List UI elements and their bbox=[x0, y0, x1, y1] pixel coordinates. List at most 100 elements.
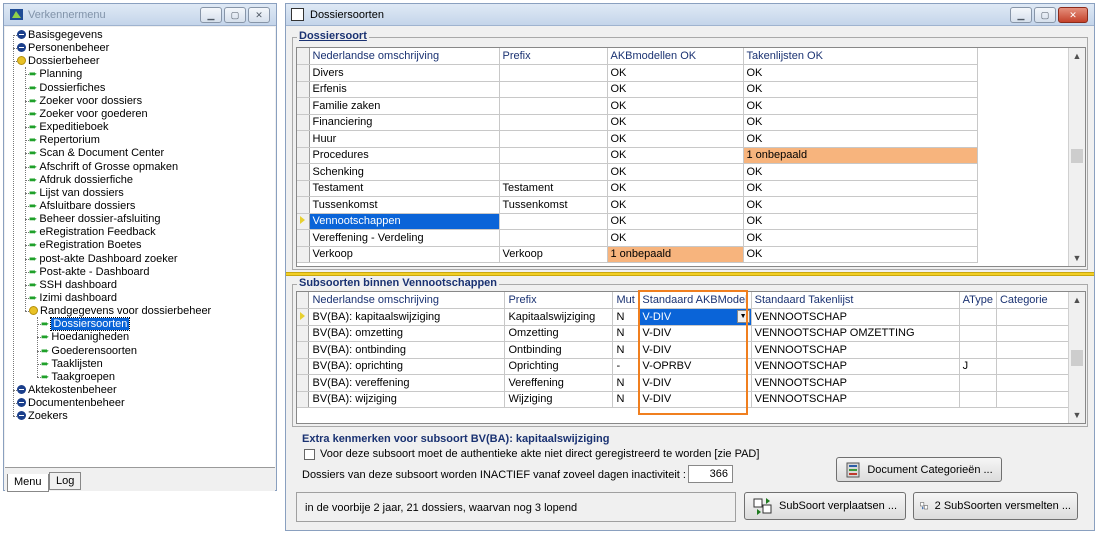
table-cell[interactable]: OK bbox=[607, 147, 744, 164]
scroll-up-icon[interactable]: ▲ bbox=[1069, 292, 1085, 308]
tree-personenbeheer[interactable]: Personenbeheer bbox=[17, 42, 109, 55]
table-cell[interactable]: N bbox=[612, 374, 640, 392]
column-header[interactable]: Prefix bbox=[504, 292, 614, 309]
table-cell[interactable] bbox=[959, 341, 997, 359]
column-header[interactable]: Prefix bbox=[499, 48, 608, 65]
column-header[interactable]: Takenlijsten OK bbox=[743, 48, 978, 65]
minimize-button[interactable]: ▁ bbox=[1010, 7, 1032, 23]
tree-item-dossierbeheer[interactable]: ➨ Expeditieboek bbox=[29, 121, 109, 134]
tree-item-randgegevens[interactable]: ➨ Taakgroepen bbox=[41, 371, 115, 384]
table-cell[interactable]: Schenking bbox=[309, 163, 500, 181]
table-row[interactable]: Testament Testament OK OK bbox=[297, 180, 978, 197]
tree-item-dossierbeheer[interactable]: ➨ Scan & Document Center bbox=[29, 147, 164, 160]
table-cell[interactable]: OK bbox=[607, 163, 744, 181]
table-cell[interactable]: BV(BA): omzetting bbox=[308, 325, 506, 342]
table-cell[interactable]: VENNOOTSCHAP bbox=[751, 358, 960, 375]
table-cell[interactable]: OK bbox=[743, 81, 978, 98]
table-cell[interactable]: BV(BA): ontbinding bbox=[308, 341, 506, 359]
tree-item-dossierbeheer[interactable]: ➨ Repertorium bbox=[29, 134, 100, 147]
table-cell[interactable] bbox=[959, 325, 997, 342]
table-row[interactable]: Verkoop Verkoop 1 onbepaald OK bbox=[297, 246, 978, 263]
tree-dossierbeheer[interactable]: Dossierbeheer bbox=[17, 55, 100, 68]
column-header[interactable]: Nederlandse omschrijving bbox=[308, 292, 506, 309]
table-cell[interactable]: Tussenkomst bbox=[309, 196, 500, 214]
table-cell[interactable]: OK bbox=[743, 246, 978, 263]
table-cell[interactable] bbox=[499, 213, 608, 230]
table-cell[interactable]: Vennootschappen bbox=[309, 213, 500, 230]
table-cell[interactable]: OK bbox=[743, 213, 978, 230]
table-row[interactable]: Vereffening - Verdeling OK OK bbox=[297, 229, 978, 247]
table-cell[interactable]: OK bbox=[743, 114, 978, 131]
tree-basisgegevens[interactable]: Basisgegevens bbox=[17, 29, 103, 42]
table-cell[interactable] bbox=[499, 163, 608, 181]
tree-randgegevens[interactable]: Randgegevens voor dossierbeheer bbox=[29, 305, 211, 318]
document-categorieen-button[interactable]: Document Categorieën ... bbox=[836, 457, 1002, 482]
tree-item-dossierbeheer[interactable]: ➨ SSH dashboard bbox=[29, 279, 117, 292]
table-cell[interactable] bbox=[499, 81, 608, 98]
table-cell[interactable]: OK bbox=[743, 97, 978, 115]
table-row[interactable]: Familie zaken OK OK bbox=[297, 97, 978, 115]
table-cell[interactable]: Kapitaalswijziging bbox=[504, 308, 614, 326]
table-cell[interactable]: VENNOOTSCHAP bbox=[751, 391, 960, 408]
tree-item-randgegevens[interactable]: ➨ Goederensoorten bbox=[41, 345, 137, 358]
column-header[interactable]: AKBmodellen OK bbox=[607, 48, 744, 65]
table-cell[interactable]: 1 onbepaald bbox=[743, 147, 978, 164]
column-header[interactable]: Mut bbox=[612, 292, 640, 309]
table-cell[interactable]: Vereffening bbox=[504, 374, 614, 392]
table-cell[interactable]: N bbox=[612, 325, 640, 342]
tree-item-dossierbeheer[interactable]: ➨ Planning bbox=[29, 68, 82, 81]
table-cell[interactable] bbox=[499, 147, 608, 164]
table-cell[interactable]: N bbox=[612, 308, 640, 326]
table-cell[interactable] bbox=[959, 308, 997, 326]
scroll-down-icon[interactable]: ▼ bbox=[1069, 250, 1085, 266]
table-cell[interactable]: OK bbox=[607, 64, 744, 82]
tree-item-dossierbeheer[interactable]: ➨ Dossierfiches bbox=[29, 82, 105, 95]
close-button[interactable]: ✕ bbox=[248, 7, 270, 23]
table-cell[interactable] bbox=[499, 130, 608, 148]
table-cell[interactable]: OK bbox=[743, 229, 978, 247]
table-cell[interactable]: Financiering bbox=[309, 114, 500, 131]
dossiersoort-grid[interactable]: Nederlandse omschrijving Prefix AKBmodelle… bbox=[296, 47, 1086, 267]
authentieke-akte-checkbox[interactable] bbox=[304, 449, 315, 460]
maximize-button[interactable]: ▢ bbox=[224, 7, 246, 23]
table-cell[interactable]: OK bbox=[743, 196, 978, 214]
table-cell[interactable]: - bbox=[612, 358, 640, 375]
scroll-thumb[interactable] bbox=[1071, 350, 1083, 366]
explorer-title-bar[interactable]: Verkennermenu ▁ ▢ ✕ bbox=[4, 4, 276, 26]
table-cell[interactable]: Testament bbox=[309, 180, 500, 197]
table-cell[interactable]: Vereffening - Verdeling bbox=[309, 229, 500, 247]
table-row[interactable]: Erfenis OK OK bbox=[297, 81, 978, 98]
table-cell[interactable] bbox=[499, 64, 608, 82]
table-cell[interactable]: Erfenis bbox=[309, 81, 500, 98]
pane-splitter[interactable] bbox=[286, 272, 1094, 276]
table-cell[interactable]: Verkoop bbox=[499, 246, 608, 263]
table-cell[interactable]: OK bbox=[607, 213, 744, 230]
table-cell[interactable]: OK bbox=[607, 180, 744, 197]
table-cell[interactable]: Wijziging bbox=[504, 391, 614, 408]
table-cell[interactable]: Oprichting bbox=[504, 358, 614, 375]
tree-item-dossierbeheer[interactable]: ➨ Izimi dashboard bbox=[29, 292, 117, 305]
table-row[interactable]: Procedures OK 1 onbepaald bbox=[297, 147, 978, 164]
table-row[interactable]: Huur OK OK bbox=[297, 130, 978, 148]
tree-item-dossierbeheer[interactable]: ➨ Lijst van dossiers bbox=[29, 187, 124, 200]
column-header[interactable]: Nederlandse omschrijving bbox=[309, 48, 500, 65]
table-cell[interactable]: OK bbox=[607, 81, 744, 98]
tree-item-dossierbeheer[interactable]: ➨ eRegistration Boetes bbox=[29, 239, 142, 252]
table-cell[interactable]: N bbox=[612, 341, 640, 359]
table-cell[interactable]: BV(BA): vereffening bbox=[308, 374, 506, 392]
table-cell[interactable]: BV(BA): oprichting bbox=[308, 358, 506, 375]
table-row[interactable]: Schenking OK OK bbox=[297, 163, 978, 181]
table-cell[interactable] bbox=[959, 374, 997, 392]
table-row[interactable]: Financiering OK OK bbox=[297, 114, 978, 131]
tab-menu[interactable]: Menu bbox=[7, 474, 49, 492]
table-cell[interactable]: OK bbox=[743, 163, 978, 181]
tree-item-randgegevens[interactable]: ➨ Dossiersoorten bbox=[41, 317, 131, 332]
table-cell[interactable]: J bbox=[959, 358, 997, 375]
scroll-up-icon[interactable]: ▲ bbox=[1069, 48, 1085, 64]
table-cell[interactable]: Familie zaken bbox=[309, 97, 500, 115]
subsoorten-versmelten-button[interactable]: 2 SubSoorten versmelten ... bbox=[913, 492, 1078, 520]
tree-aktekostenbeheer[interactable]: Aktekostenbeheer bbox=[17, 384, 117, 397]
tree-item-dossierbeheer[interactable]: ➨ Zoeker voor goederen bbox=[29, 108, 148, 121]
table-cell[interactable]: VENNOOTSCHAP bbox=[751, 374, 960, 392]
table-cell[interactable]: OK bbox=[607, 97, 744, 115]
